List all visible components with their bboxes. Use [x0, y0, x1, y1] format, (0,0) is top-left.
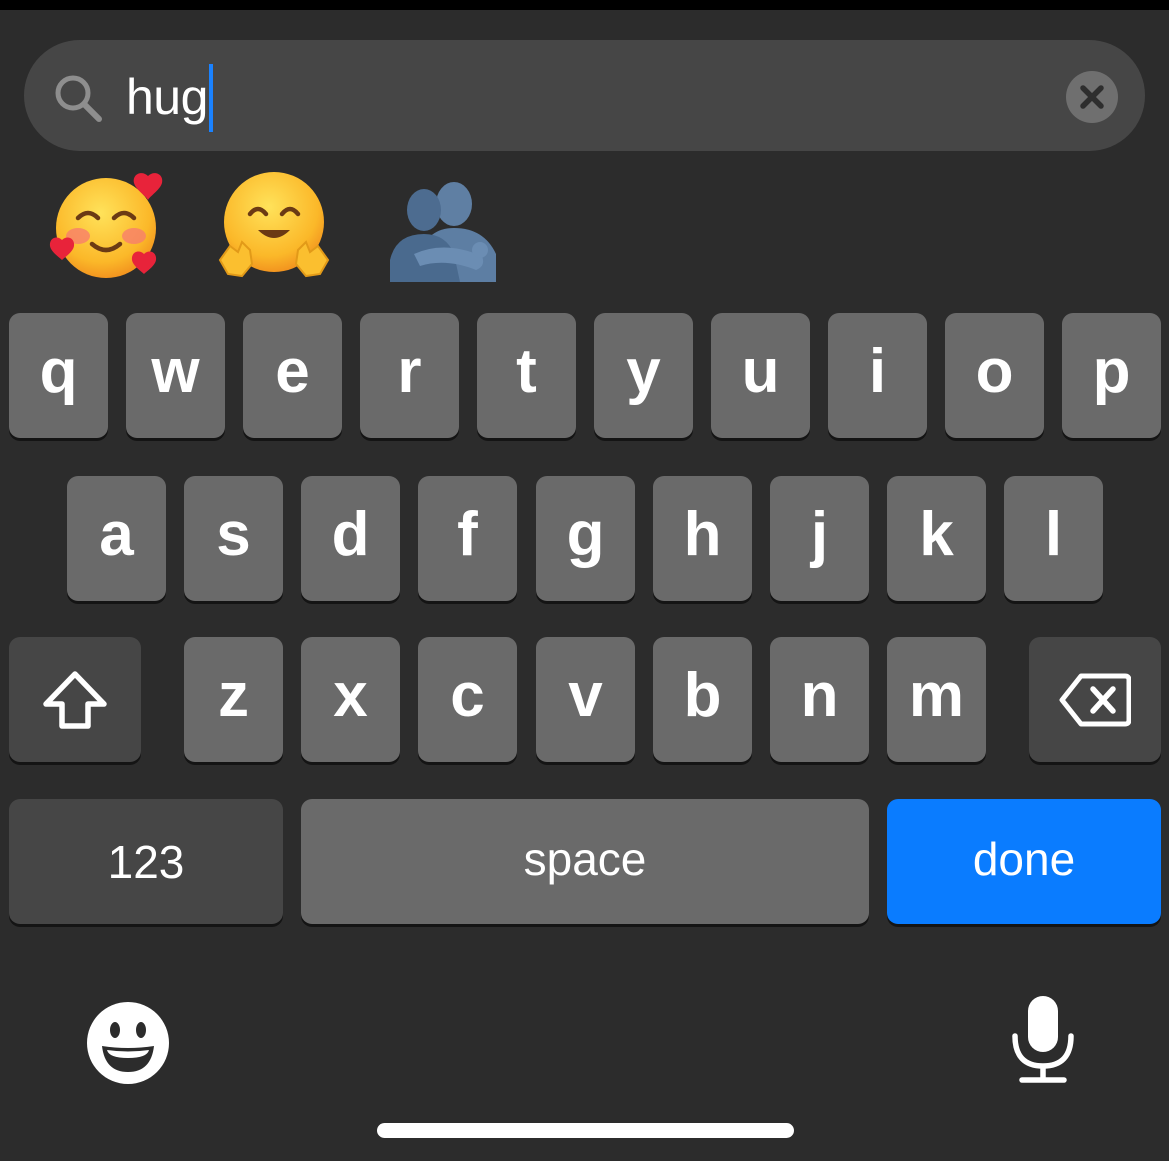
shift-key[interactable]	[9, 637, 141, 762]
key-h[interactable]: h	[653, 476, 752, 601]
home-indicator[interactable]	[377, 1123, 794, 1138]
key-w[interactable]: w	[126, 313, 225, 438]
key-v[interactable]: v	[536, 637, 635, 762]
key-i[interactable]: i	[828, 313, 927, 438]
key-z[interactable]: z	[184, 637, 283, 762]
microphone-icon[interactable]	[1008, 994, 1078, 1086]
clear-search-button[interactable]	[1066, 71, 1118, 123]
done-button[interactable]: done	[887, 799, 1161, 924]
key-u[interactable]: u	[711, 313, 810, 438]
key-m[interactable]: m	[887, 637, 986, 762]
key-n[interactable]: n	[770, 637, 869, 762]
key-t[interactable]: t	[477, 313, 576, 438]
search-icon	[55, 75, 102, 122]
space-bar[interactable]: space	[301, 799, 869, 924]
key-x[interactable]: x	[301, 637, 400, 762]
text-caret	[208, 63, 213, 132]
backspace-icon	[1059, 673, 1131, 727]
key-q[interactable]: q	[9, 313, 108, 438]
key-l[interactable]: l	[1004, 476, 1103, 601]
key-o[interactable]: o	[945, 313, 1044, 438]
smiling-face-with-hearts-emoji[interactable]	[48, 170, 164, 286]
search-input[interactable]: hug	[126, 63, 213, 132]
key-e[interactable]: e	[243, 313, 342, 438]
hugging-face-emoji[interactable]	[216, 168, 332, 284]
delete-key[interactable]	[1029, 637, 1161, 762]
key-d[interactable]: d	[301, 476, 400, 601]
key-j[interactable]: j	[770, 476, 869, 601]
key-r[interactable]: r	[360, 313, 459, 438]
key-p[interactable]: p	[1062, 313, 1161, 438]
key-f[interactable]: f	[418, 476, 517, 601]
key-g[interactable]: g	[536, 476, 635, 601]
shift-arrow-icon	[43, 671, 107, 729]
numbers-key[interactable]: 123	[9, 799, 283, 924]
search-query-text: hug	[126, 69, 208, 125]
key-k[interactable]: k	[887, 476, 986, 601]
key-s[interactable]: s	[184, 476, 283, 601]
key-a[interactable]: a	[67, 476, 166, 601]
key-b[interactable]: b	[653, 637, 752, 762]
key-y[interactable]: y	[594, 313, 693, 438]
status-bar-edge	[0, 0, 1169, 10]
people-hugging-emoji[interactable]	[384, 170, 500, 286]
clear-x-icon	[1080, 85, 1104, 109]
emoji-face-icon[interactable]	[85, 1000, 171, 1086]
key-c[interactable]: c	[418, 637, 517, 762]
